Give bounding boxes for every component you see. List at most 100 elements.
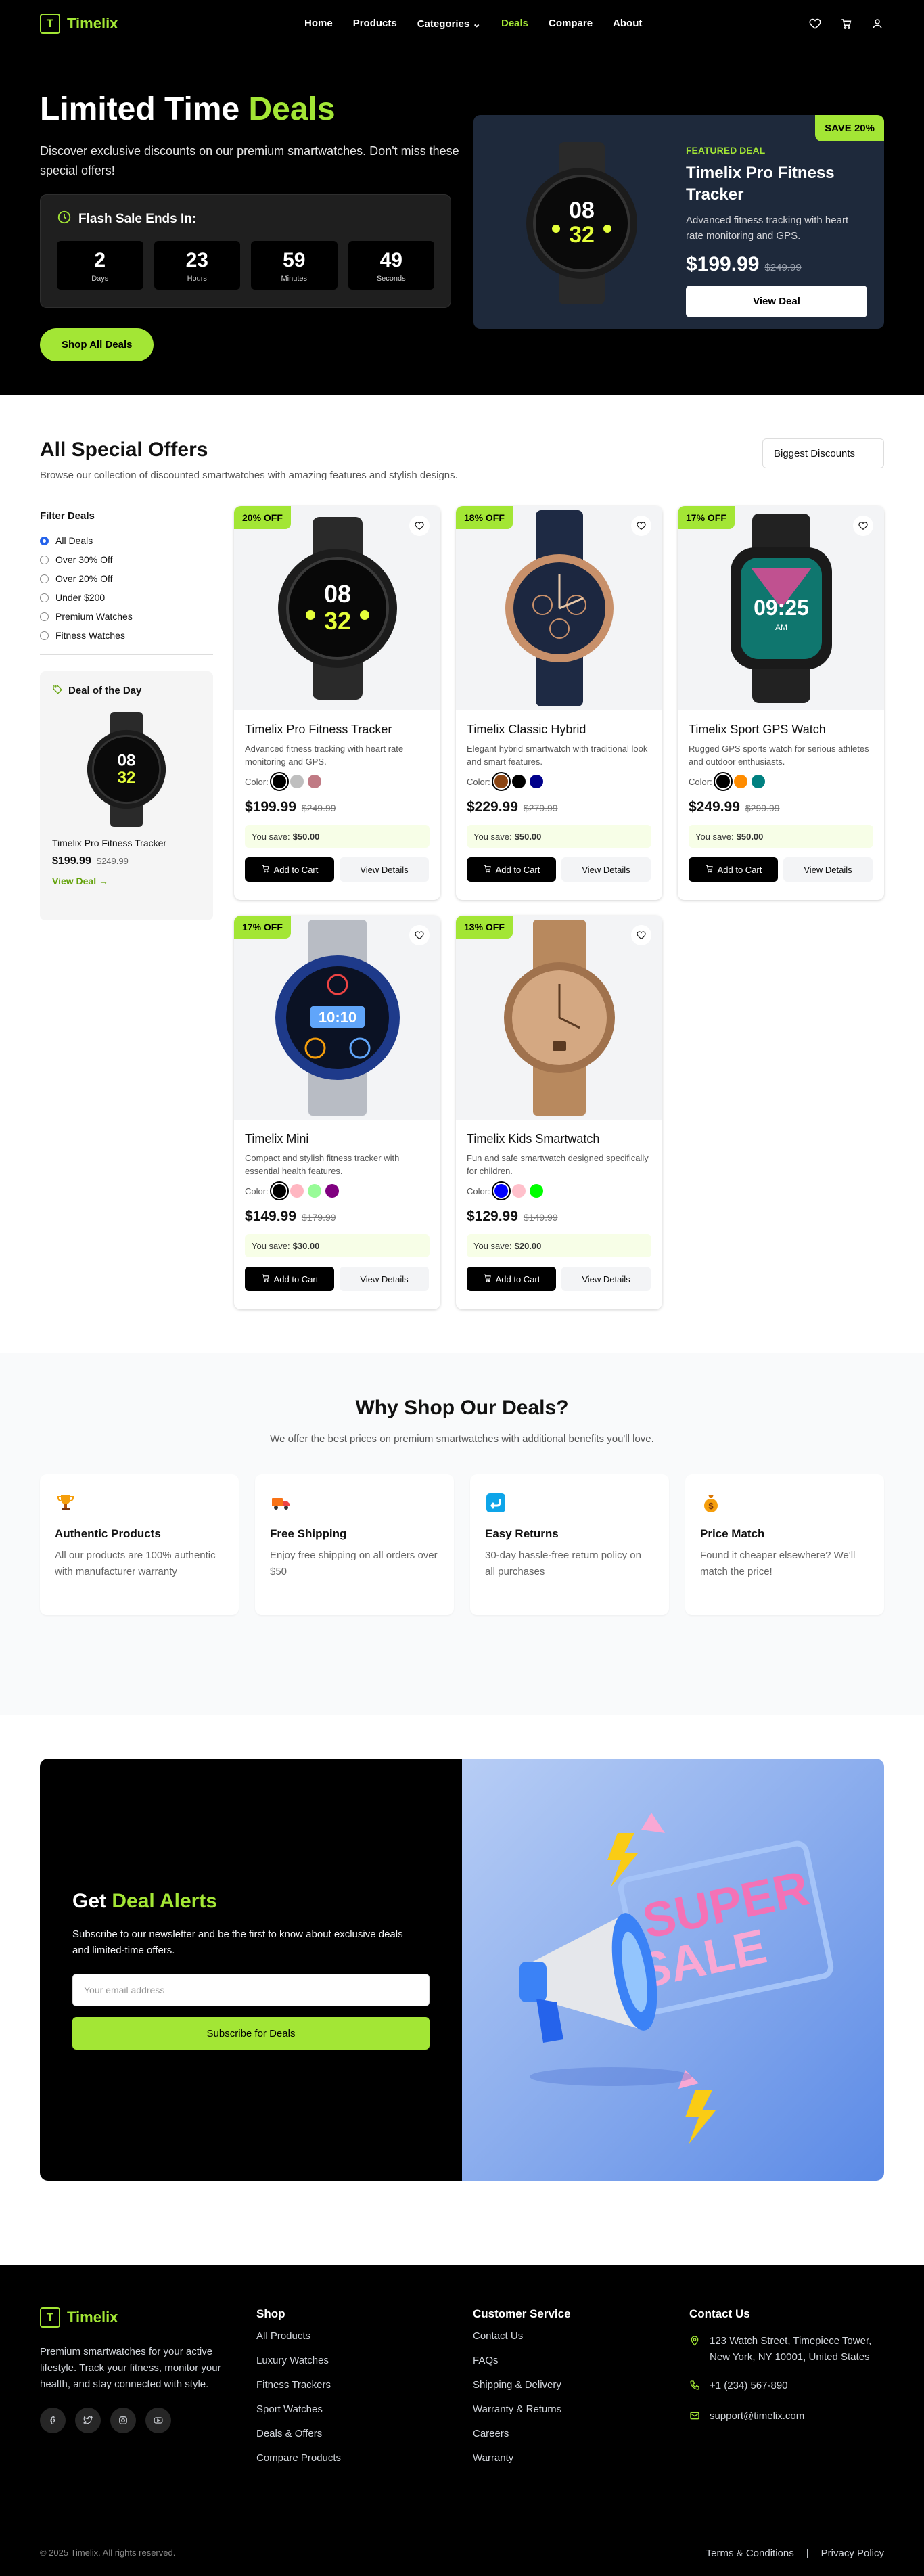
footer-link[interactable]: FAQs <box>473 2355 571 2370</box>
product-image[interactable]: 18% OFF <box>456 506 662 710</box>
view-details-button[interactable]: View Details <box>783 857 873 882</box>
footer-link[interactable]: All Products <box>256 2330 341 2345</box>
footer-link[interactable]: Luxury Watches <box>256 2355 341 2370</box>
color-swatch[interactable] <box>511 1184 526 1198</box>
privacy-link[interactable]: Privacy Policy <box>821 2548 884 2559</box>
nav-products[interactable]: Products <box>353 18 397 30</box>
product-card[interactable]: 17% OFF 09:25 AM Timelix Sport GPS Watch Rug… <box>678 506 884 900</box>
add-to-cart-button[interactable]: Add to Cart <box>689 857 778 882</box>
filter-fitness[interactable]: Fitness Watches <box>40 626 213 645</box>
footer-link[interactable]: Careers <box>473 2428 571 2443</box>
radio[interactable] <box>40 593 49 602</box>
filter-under-200[interactable]: Under $200 <box>40 588 213 607</box>
filter-over-30[interactable]: Over 30% Off <box>40 550 213 569</box>
view-details-button[interactable]: View Details <box>340 1267 429 1291</box>
product-card[interactable]: 20% OFF 08 32 Timelix Pro Fitness Tracker Ad… <box>234 506 440 900</box>
cart-icon[interactable] <box>839 17 853 30</box>
footer-link[interactable]: Warranty <box>473 2452 571 2467</box>
product-name[interactable]: Timelix Classic Hybrid <box>467 723 651 737</box>
radio[interactable] <box>40 574 49 583</box>
color-swatch[interactable] <box>713 772 733 791</box>
product-image[interactable]: 20% OFF 08 32 <box>234 506 440 710</box>
product-name[interactable]: Timelix Pro Fitness Tracker <box>245 723 430 737</box>
product-name[interactable]: Timelix Kids Smartwatch <box>467 1132 651 1146</box>
nav-categories[interactable]: Categories ⌄ <box>417 18 481 30</box>
footer-link[interactable]: Compare Products <box>256 2452 341 2467</box>
color-swatch[interactable] <box>511 775 526 788</box>
color-swatch[interactable] <box>269 1181 289 1200</box>
color-swatch[interactable] <box>325 1184 339 1198</box>
wishlist-heart-icon[interactable] <box>409 516 430 536</box>
color-swatch[interactable] <box>307 1184 321 1198</box>
add-to-cart-button[interactable]: Add to Cart <box>245 1267 334 1291</box>
facebook-icon[interactable] <box>40 2408 66 2433</box>
sort-select[interactable]: Biggest Discounts <box>762 438 884 468</box>
radio[interactable] <box>40 612 49 621</box>
wishlist-heart-icon[interactable] <box>631 925 651 945</box>
subscribe-button[interactable]: Subscribe for Deals <box>72 2017 430 2050</box>
color-swatch[interactable] <box>529 1184 543 1198</box>
email-input[interactable]: Your email address <box>72 1974 430 2006</box>
product-card[interactable]: 17% OFF 10:10 Timelix Mini Compact and styl… <box>234 916 440 1309</box>
footer-link[interactable]: Deals & Offers <box>256 2428 341 2443</box>
add-to-cart-button[interactable]: Add to Cart <box>467 1267 556 1291</box>
view-details-button[interactable]: View Details <box>340 857 429 882</box>
product-image[interactable]: 13% OFF <box>456 916 662 1120</box>
nav-home[interactable]: Home <box>304 18 333 30</box>
trophy-icon <box>55 1492 76 1514</box>
radio[interactable] <box>40 555 49 564</box>
why-cards: Authentic Products All our products are … <box>0 1474 924 1615</box>
user-icon[interactable] <box>871 17 884 30</box>
phone-text[interactable]: +1 (234) 567-890 <box>710 2378 788 2396</box>
footer-link[interactable]: Fitness Trackers <box>256 2379 341 2394</box>
dotd-view-link[interactable]: View Deal → <box>52 876 201 886</box>
add-to-cart-button[interactable]: Add to Cart <box>245 857 334 882</box>
wishlist-heart-icon[interactable] <box>409 925 430 945</box>
shop-all-deals-button[interactable]: Shop All Deals <box>40 327 154 361</box>
color-swatch[interactable] <box>269 772 289 791</box>
wishlist-heart-icon[interactable] <box>853 516 873 536</box>
color-swatch[interactable] <box>733 775 747 788</box>
color-swatch[interactable] <box>307 775 321 788</box>
color-swatch[interactable] <box>491 772 511 791</box>
product-image[interactable]: 17% OFF 09:25 AM <box>678 506 884 710</box>
footer-link[interactable]: Sport Watches <box>256 2403 341 2418</box>
filter-premium[interactable]: Premium Watches <box>40 607 213 626</box>
color-swatch[interactable] <box>290 775 304 788</box>
footer-logo[interactable]: T Timelix <box>40 2307 231 2328</box>
product-name[interactable]: Timelix Mini <box>245 1132 430 1146</box>
footer-link[interactable]: Warranty & Returns <box>473 2403 571 2418</box>
heart-icon[interactable] <box>808 17 822 30</box>
product-card[interactable]: 13% OFF Timelix Kids Smartwatch Fun and sa… <box>456 916 662 1309</box>
filter-label: Over 20% Off <box>55 573 113 584</box>
terms-link[interactable]: Terms & Conditions <box>706 2548 794 2559</box>
nav-about[interactable]: About <box>613 18 642 30</box>
color-swatch[interactable] <box>290 1184 304 1198</box>
filter-over-20[interactable]: Over 20% Off <box>40 569 213 588</box>
nav-deals[interactable]: Deals <box>501 18 528 30</box>
product-name[interactable]: Timelix Sport GPS Watch <box>689 723 873 737</box>
view-details-button[interactable]: View Details <box>561 1267 651 1291</box>
twitter-icon[interactable] <box>75 2408 101 2433</box>
color-swatch[interactable] <box>491 1181 511 1200</box>
view-deal-button[interactable]: View Deal <box>686 286 867 317</box>
view-details-button[interactable]: View Details <box>561 857 651 882</box>
add-to-cart-button[interactable]: Add to Cart <box>467 857 556 882</box>
wishlist-heart-icon[interactable] <box>631 516 651 536</box>
youtube-icon[interactable] <box>145 2408 171 2433</box>
filter-all-deals[interactable]: All Deals <box>40 531 213 550</box>
color-swatch[interactable] <box>529 775 543 788</box>
email-text[interactable]: support@timelix.com <box>710 2408 804 2426</box>
radio[interactable] <box>40 631 49 640</box>
product-image[interactable]: 17% OFF 10:10 <box>234 916 440 1120</box>
footer-link[interactable]: Contact Us <box>473 2330 571 2345</box>
card-actions: Add to Cart View Details <box>467 857 651 882</box>
timer-minutes: 59 Minutes <box>251 240 338 290</box>
product-card[interactable]: 18% OFF Timelix Classic Hybrid Elegant hyb… <box>456 506 662 900</box>
radio-selected[interactable] <box>40 536 49 545</box>
logo[interactable]: T Timelix <box>40 14 118 34</box>
color-swatch[interactable] <box>751 775 765 788</box>
instagram-icon[interactable] <box>110 2408 136 2433</box>
footer-link[interactable]: Shipping & Delivery <box>473 2379 571 2394</box>
nav-compare[interactable]: Compare <box>549 18 593 30</box>
